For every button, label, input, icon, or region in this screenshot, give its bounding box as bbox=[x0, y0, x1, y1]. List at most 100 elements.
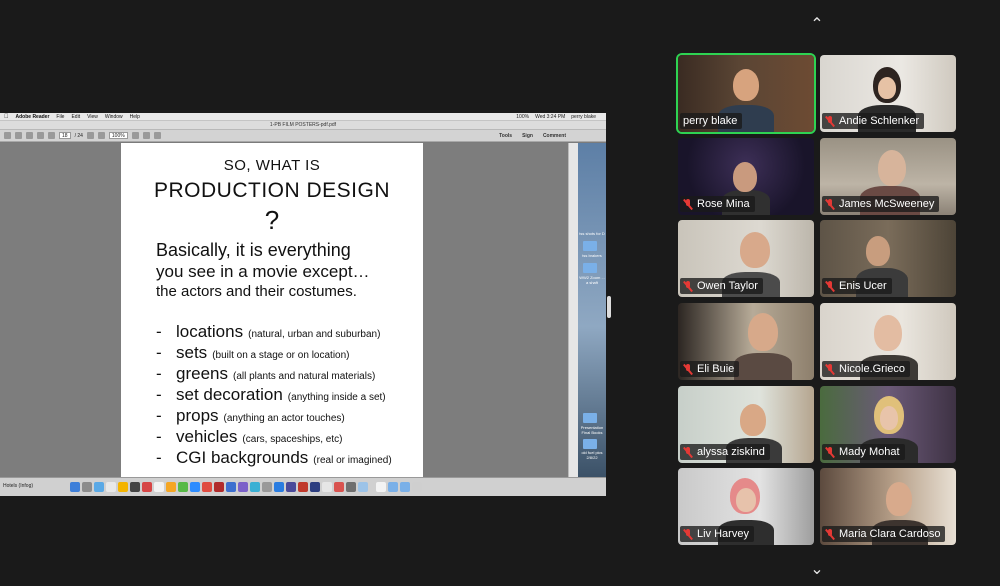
folder-icon[interactable] bbox=[583, 241, 597, 251]
participant-tile[interactable]: Mady Mohat bbox=[820, 386, 956, 463]
app-icon[interactable] bbox=[166, 482, 176, 492]
participant-tile[interactable]: Nicole.Grieco bbox=[820, 303, 956, 380]
participant-tile[interactable]: Eli Buie bbox=[678, 303, 814, 380]
app-icon[interactable] bbox=[322, 482, 332, 492]
app-icon[interactable] bbox=[310, 482, 320, 492]
safari-icon[interactable] bbox=[94, 482, 104, 492]
menubar-user[interactable]: perry blake bbox=[571, 114, 596, 120]
slide-bullet-list: - locations (natural, urban and suburban) … bbox=[156, 322, 418, 469]
app-icon[interactable] bbox=[274, 482, 284, 492]
zoom-input[interactable]: 100% bbox=[108, 132, 128, 139]
desktop-label: old fuel pics 2/8/22 bbox=[581, 450, 603, 460]
email-icon[interactable] bbox=[26, 132, 33, 139]
app-icon[interactable] bbox=[334, 482, 344, 492]
bullet-dash: - bbox=[156, 427, 162, 446]
zoom-out-icon[interactable] bbox=[86, 132, 94, 139]
print-icon[interactable] bbox=[15, 132, 22, 139]
open-icon[interactable] bbox=[4, 132, 11, 139]
slide-title-line2: PRODUCTION DESIGN bbox=[153, 179, 390, 202]
tools-button[interactable]: Tools bbox=[499, 133, 512, 139]
participant-tile[interactable]: Rose Mina bbox=[678, 138, 814, 215]
desktop-label: tss brakers bbox=[582, 253, 602, 258]
participant-tile[interactable]: Andie Schlenker bbox=[820, 55, 956, 132]
launchpad-icon[interactable] bbox=[82, 482, 92, 492]
mic-muted-icon bbox=[825, 115, 835, 127]
folder-icon[interactable] bbox=[388, 482, 398, 492]
menu-view[interactable]: View bbox=[87, 114, 98, 120]
chevron-down-icon[interactable]: ⌄ bbox=[802, 562, 832, 578]
participant-tile[interactable]: perry blake bbox=[678, 55, 814, 132]
intro-line-3: the actors and their costumes. bbox=[156, 283, 357, 300]
participant-tile[interactable]: alyssa ziskind bbox=[678, 386, 814, 463]
document-area[interactable]: SO, WHAT IS PRODUCTION DESIGN ? Basicall… bbox=[0, 143, 568, 477]
shared-screen[interactable]:  Adobe Reader File Edit View Window Hel… bbox=[0, 113, 606, 496]
acrobat-icon[interactable] bbox=[214, 482, 224, 492]
bullet-dash: - bbox=[156, 385, 162, 404]
participant-name: Eli Buie bbox=[697, 363, 735, 375]
comment-button[interactable]: Comment bbox=[543, 133, 566, 139]
app-icon[interactable] bbox=[238, 482, 248, 492]
trash-icon[interactable] bbox=[412, 482, 422, 492]
apple-icon[interactable]:  bbox=[4, 114, 9, 120]
app-icon[interactable] bbox=[130, 482, 140, 492]
folder-icon[interactable] bbox=[583, 413, 597, 423]
sign-button[interactable]: Sign bbox=[522, 133, 533, 139]
page-number-input[interactable]: 18 bbox=[59, 132, 71, 139]
bullet-term: sets bbox=[176, 343, 208, 362]
app-icon[interactable] bbox=[346, 482, 356, 492]
participant-tile[interactable]: Liv Harvey bbox=[678, 468, 814, 545]
participant-name: Enis Ucer bbox=[839, 280, 887, 292]
folder-icon[interactable] bbox=[583, 263, 597, 273]
app-icon[interactable] bbox=[250, 482, 260, 492]
document-scrollbar[interactable] bbox=[568, 143, 578, 477]
comment-icon[interactable] bbox=[142, 132, 150, 139]
participant-name: Liv Harvey bbox=[697, 528, 749, 540]
slide-question-mark: ? bbox=[264, 205, 280, 235]
menu-edit[interactable]: Edit bbox=[71, 114, 80, 120]
zoom-in-icon[interactable] bbox=[97, 132, 105, 139]
participant-tile[interactable]: Maria Clara Cardoso bbox=[820, 468, 956, 545]
app-icon[interactable] bbox=[142, 482, 152, 492]
chrome-icon[interactable] bbox=[106, 482, 116, 492]
fit-page-icon[interactable] bbox=[131, 132, 139, 139]
highlight-icon[interactable] bbox=[153, 132, 161, 139]
chevron-up-icon[interactable]: ⌃ bbox=[802, 17, 832, 33]
participant-tile[interactable]: Owen Taylor bbox=[678, 220, 814, 297]
menu-help[interactable]: Help bbox=[130, 114, 140, 120]
app-icon[interactable] bbox=[202, 482, 212, 492]
list-item: - props (anything an actor touches) bbox=[156, 406, 418, 427]
participant-name-label: alyssa ziskind bbox=[680, 444, 770, 460]
pdf-page: SO, WHAT IS PRODUCTION DESIGN ? Basicall… bbox=[121, 143, 423, 477]
document-icon[interactable] bbox=[376, 482, 386, 492]
folder-icon[interactable] bbox=[583, 439, 597, 449]
participant-tile[interactable]: Enis Ucer bbox=[820, 220, 956, 297]
zoom-icon[interactable] bbox=[190, 482, 200, 492]
participant-tile[interactable]: James McSweeney bbox=[820, 138, 956, 215]
person-silhouette bbox=[734, 353, 792, 380]
menubar-app-name[interactable]: Adobe Reader bbox=[16, 114, 50, 120]
list-item: - greens (all plants and natural materials… bbox=[156, 364, 418, 385]
app-icon[interactable] bbox=[286, 482, 296, 492]
mic-muted-icon bbox=[683, 363, 693, 375]
page-down-icon[interactable] bbox=[48, 132, 55, 139]
participant-name-label: Owen Taylor bbox=[680, 278, 763, 294]
app-icon[interactable] bbox=[358, 482, 368, 492]
participant-name: James McSweeney bbox=[839, 198, 935, 210]
calendar-icon[interactable] bbox=[154, 482, 164, 492]
app-icon[interactable] bbox=[118, 482, 128, 492]
participant-name-label: Mady Mohat bbox=[822, 444, 905, 460]
finder-icon[interactable] bbox=[70, 482, 80, 492]
folder-icon[interactable] bbox=[400, 482, 410, 492]
menu-window[interactable]: Window bbox=[105, 114, 123, 120]
system-preferences-icon[interactable] bbox=[262, 482, 272, 492]
menu-file[interactable]: File bbox=[56, 114, 64, 120]
app-icon[interactable] bbox=[298, 482, 308, 492]
mic-muted-icon bbox=[825, 280, 835, 292]
menubar-clock: Wed 3:24 PM bbox=[535, 113, 566, 120]
split-view-handle[interactable] bbox=[607, 296, 611, 318]
app-icon[interactable] bbox=[226, 482, 236, 492]
app-icon[interactable] bbox=[178, 482, 188, 492]
mic-muted-icon bbox=[825, 528, 835, 540]
page-up-icon[interactable] bbox=[37, 132, 44, 139]
person-silhouette bbox=[886, 482, 912, 516]
